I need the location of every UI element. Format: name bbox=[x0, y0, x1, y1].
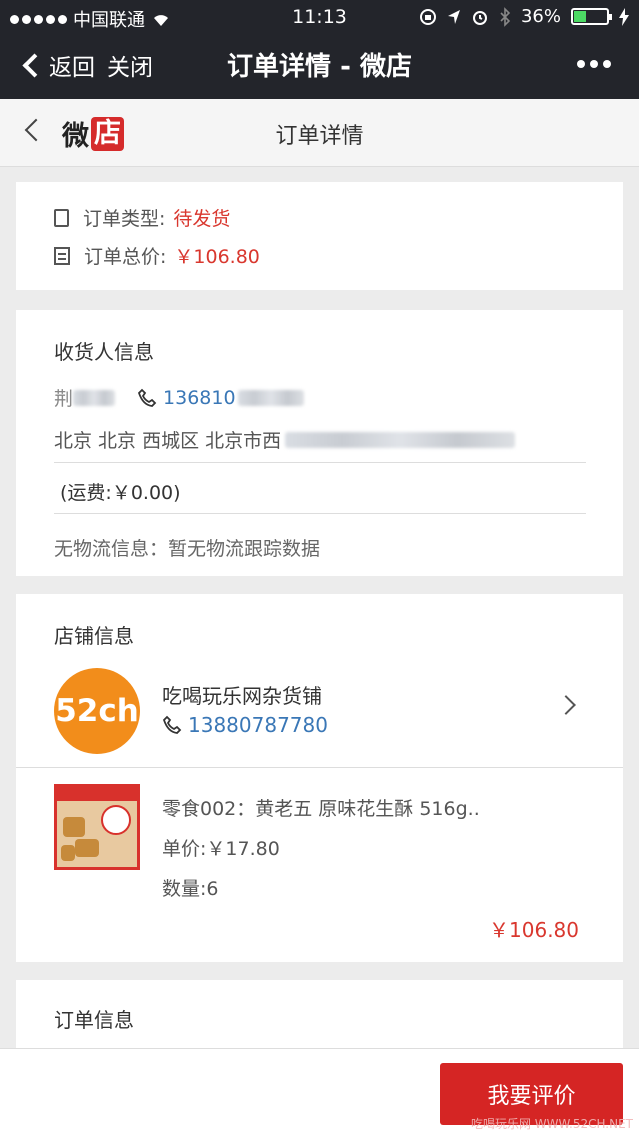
receiver-phone[interactable]: 136810 bbox=[163, 387, 236, 409]
back-label: 返回 bbox=[49, 55, 95, 81]
order-summary-card: 订单类型: 待发货 订单总价: ￥106.80 bbox=[16, 182, 623, 290]
more-menu-icon[interactable] bbox=[577, 60, 611, 68]
status-bar: 中国联通 11:13 36% bbox=[0, 0, 639, 34]
bottom-action-bar: 我要评价 吃喝玩乐网 WWW.52CH.NET bbox=[0, 1048, 639, 1136]
product-image[interactable] bbox=[54, 784, 140, 870]
order-info-section-title: 订单信息 bbox=[54, 1008, 134, 1032]
shipping-fee-text: (运费:￥0.00) bbox=[60, 482, 181, 504]
alarm-icon bbox=[472, 10, 487, 25]
logistics-row: 无物流信息：暂无物流跟踪数据 bbox=[54, 534, 320, 561]
store-phone[interactable]: 13880787780 bbox=[188, 713, 328, 737]
app-topbar: 中国联通 11:13 36% 返回 关闭 订单详情 - 微店 bbox=[0, 0, 639, 99]
receiver-card: 收货人信息 荆 136810 北京 北京 西城区 北京市西 (运费:￥0.00)… bbox=[16, 310, 623, 576]
order-type-value: 待发货 bbox=[173, 208, 231, 230]
order-total-row: 订单总价: ￥106.80 bbox=[54, 242, 260, 269]
close-button[interactable]: 关闭 bbox=[107, 48, 153, 82]
store-section-title: 店铺信息 bbox=[54, 624, 134, 648]
orientation-lock-icon bbox=[419, 8, 436, 25]
weidian-header: 微 店 订单详情 bbox=[0, 99, 639, 167]
order-total-value: ￥106.80 bbox=[174, 246, 260, 268]
redacted-name bbox=[73, 389, 116, 406]
divider bbox=[54, 513, 586, 514]
divider bbox=[54, 462, 586, 463]
charging-icon bbox=[619, 7, 629, 26]
document-icon bbox=[54, 208, 69, 227]
logo-char-wei: 微 bbox=[62, 121, 89, 152]
store-logo[interactable]: 52ch bbox=[54, 668, 140, 754]
product-unit-price: 单价:￥17.80 bbox=[162, 838, 280, 860]
receiver-contact-row: 荆 136810 bbox=[54, 384, 304, 411]
logistics-text: 无物流信息：暂无物流跟踪数据 bbox=[54, 538, 321, 560]
order-total-label: 订单总价: bbox=[84, 246, 167, 268]
phone-icon bbox=[137, 388, 157, 407]
battery-percent: 36% bbox=[520, 6, 561, 27]
list-icon bbox=[54, 246, 70, 265]
chevron-left-icon bbox=[22, 52, 47, 78]
divider bbox=[16, 767, 623, 768]
order-type-label: 订单类型: bbox=[83, 208, 166, 230]
receiver-address-row: 北京 北京 西城区 北京市西 bbox=[54, 426, 516, 453]
logo-char-dian: 店 bbox=[91, 116, 124, 151]
store-card: 店铺信息 52ch 吃喝玩乐网杂货铺 13880787780 零食002：黄老五… bbox=[16, 594, 623, 962]
chevron-left-icon[interactable] bbox=[24, 118, 48, 142]
redacted-address bbox=[285, 431, 516, 448]
wechat-navbar: 返回 关闭 订单详情 - 微店 bbox=[0, 34, 639, 99]
shipping-fee: (运费:￥0.00) bbox=[60, 478, 181, 505]
watermark: 吃喝玩乐网 WWW.52CH.NET bbox=[470, 1117, 633, 1131]
receiver-section-title: 收货人信息 bbox=[54, 340, 154, 364]
receiver-address: 北京 北京 西城区 北京市西 bbox=[54, 430, 282, 452]
receiver-name: 荆 bbox=[54, 388, 74, 410]
bluetooth-icon bbox=[500, 6, 511, 27]
location-icon bbox=[447, 9, 460, 24]
phone-icon bbox=[162, 715, 182, 734]
back-button[interactable]: 返回 bbox=[20, 48, 95, 82]
battery-icon bbox=[571, 8, 612, 25]
weidian-logo[interactable]: 微 店 bbox=[62, 114, 124, 153]
page-title: 订单详情 - 微店 bbox=[227, 52, 412, 82]
store-name[interactable]: 吃喝玩乐网杂货铺 bbox=[162, 680, 322, 709]
product-quantity: 数量:6 bbox=[162, 878, 219, 900]
product-total: ￥106.80 bbox=[489, 918, 579, 942]
product-name[interactable]: 零食002：黄老五 原味花生酥 516g.. bbox=[162, 794, 480, 821]
store-phone-row[interactable]: 13880787780 bbox=[162, 713, 328, 737]
order-type-row: 订单类型: 待发货 bbox=[54, 204, 230, 231]
redacted-phone bbox=[237, 389, 304, 406]
